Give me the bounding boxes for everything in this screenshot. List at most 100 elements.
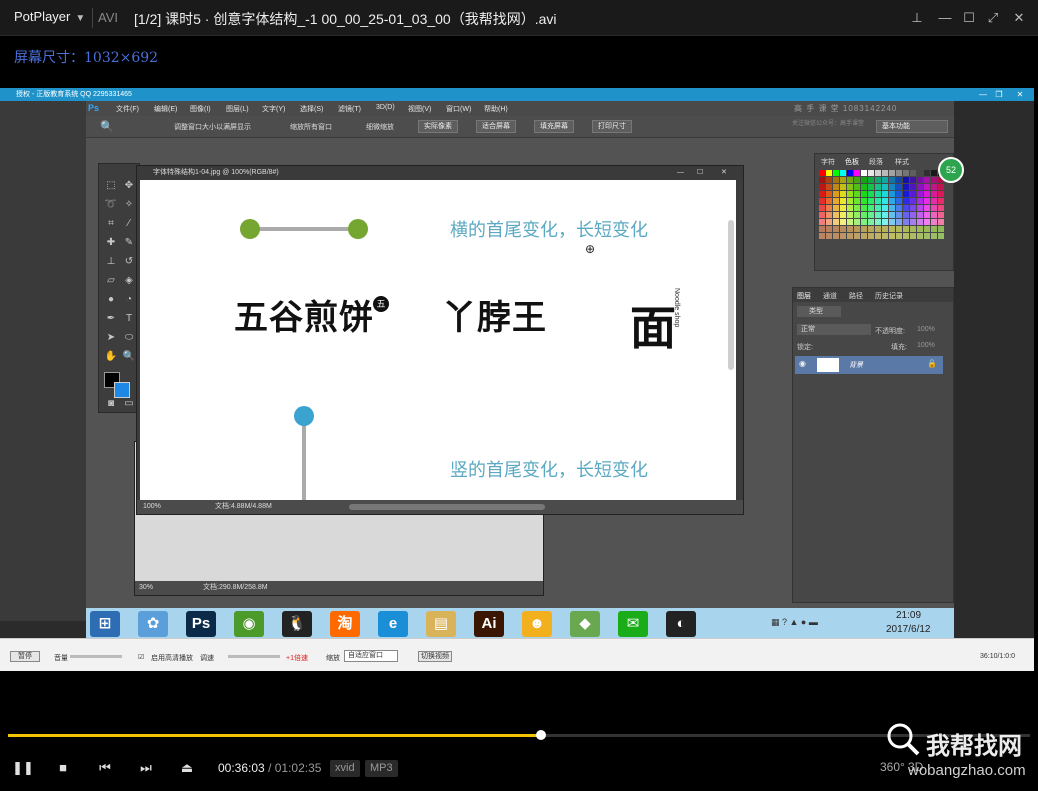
horizontal-caption: 横的首尾变化，长短变化 [450,220,648,240]
color-swatch [868,170,874,176]
doc-canvas: 横的首尾变化，长短变化 竖的首尾变化，长短变化 五谷煎饼 五 丫脖王 面 Noo… [140,180,736,500]
rd-restore-icon: ❐ [995,90,1003,99]
color-swatch [875,212,881,218]
fit-screen-button: 适合屏幕 [476,120,516,133]
color-swatch [910,184,916,190]
color-swatch [889,177,895,183]
color-swatch [854,226,860,232]
color-swatch [861,170,867,176]
color-swatch [903,233,909,239]
ie-icon: e [378,611,408,637]
rd-minimize-icon: — [979,90,987,99]
magic-wand-icon: ✧ [124,199,134,210]
recorder-speed-slider [228,655,280,658]
clock-time: 21:09 [896,610,922,621]
recorder-pause-button: 暂停 [10,651,40,662]
fullscreen-button[interactable]: ⤢ [982,8,1004,28]
color-swatch [833,212,839,218]
stop-button[interactable]: ■ [52,758,74,778]
color-swatch [903,198,909,204]
video-frame[interactable]: 授权 - 正版教育系统 QQ 2295331465 — ❐ ✕ Ps 文件(F)… [0,88,1034,671]
360-toggle[interactable]: 360° [880,760,905,774]
color-swatch [896,205,902,211]
color-swatch [910,177,916,183]
photoshop-window: Ps 文件(F) 编辑(E) 图像(I) 图层(L) 文字(Y) 选择(S) 滤… [86,101,964,621]
color-swatch [903,212,909,218]
color-swatch [847,184,853,190]
stamp-tool-icon: ⊥ [106,256,116,267]
pin-icon[interactable]: ⊥ [906,8,928,28]
color-swatch [903,191,909,197]
color-swatch [882,205,888,211]
color-swatch [840,212,846,218]
photoshop-icon: Ps [186,611,216,637]
minimize-button[interactable]: — [934,8,956,28]
color-swatch [938,233,944,239]
tab-paths: 路径 [849,293,863,300]
color-swatch [875,219,881,225]
search-icon [886,722,920,756]
color-swatch [889,205,895,211]
color-swatch [819,212,825,218]
app-green-icon: ◉ [234,611,264,637]
clock-date: 2017/6/12 [886,624,931,635]
doc2-info: 文档:290.8M/258.8M [203,584,268,591]
path-select-icon: ➤ [106,332,116,343]
color-swatch [854,212,860,218]
color-swatch [889,212,895,218]
text-tool-icon: T [125,313,133,324]
zoom-tool-box-icon: 🔍 [122,351,136,362]
seek-bar[interactable] [8,730,1030,740]
fill-screen-button: 填充屏幕 [534,120,574,133]
history-brush-icon: ↺ [124,256,134,267]
color-swatch [910,212,916,218]
remote-desktop-title: 授权 - 正版教育系统 QQ 2295331465 [16,91,132,98]
color-swatch [931,191,937,197]
chevron-down-icon: ▼ [75,13,86,24]
color-swatch [868,233,874,239]
windows-taskbar: ⊞ ✿ Ps ◉ 🐧 淘 e ▤ Ai ☻ ◆ ✉ ◐ ▦ ? ▲ ● ▬ 21:09 2017/6/1… [86,608,954,638]
color-swatch [861,184,867,190]
taobao-icon: 淘 [330,611,360,637]
opt-resize-windows: 调整窗口大小以满屏显示 [174,124,251,131]
fill-value: 100% [917,342,935,349]
color-swatch [917,212,923,218]
doc-titlebar: 字体特殊结构1-04.jpg @ 100%(RGB/8#) — ☐ ✕ [137,166,743,180]
color-swatch [868,191,874,197]
color-swatch [854,184,860,190]
pause-button[interactable]: ❚❚ [12,758,34,778]
folder-icon: ▤ [426,611,456,637]
player-menu-button[interactable]: PotPlayer ▼ [14,9,85,24]
eject-button[interactable]: ⏏ [176,758,198,778]
previous-button[interactable]: ⏮ [94,758,116,778]
opacity-value: 100% [917,326,935,333]
seek-handle[interactable] [536,730,547,740]
color-swatch [833,198,839,204]
next-button[interactable]: ⏭ [135,758,157,778]
maximize-button[interactable]: ☐ [958,8,980,28]
video-codec-badge[interactable]: xvid [330,760,360,777]
color-swatch [840,177,846,183]
color-swatch [924,219,930,225]
doc2-status: 30% 文档:290.8M/258.8M [135,581,543,595]
color-swatch [924,198,930,204]
zoom-tool-icon: 🔍 [100,121,114,133]
color-swatch [938,212,944,218]
color-swatch [875,184,881,190]
format-label: AVI [98,10,118,25]
color-swatch [924,177,930,183]
layers-tabs: 图层 通道 路径 历史记录 [793,288,953,302]
color-swatch [882,212,888,218]
close-button[interactable]: ✕ [1008,8,1030,28]
color-swatch [896,170,902,176]
color-swatch [882,198,888,204]
doc-restore-icon: ☐ [697,169,704,176]
color-swatch [826,184,832,190]
color-swatch [889,233,895,239]
time-display: 00:36:03 / 01:02:35 [218,761,321,775]
flower-icon: ✿ [138,611,168,637]
site-url: wobangzhao.com [908,762,1026,779]
swatches-panel: 字符 色板 段落 样式 [814,153,954,271]
audio-codec-badge[interactable]: MP3 [365,760,398,777]
doc-title: 字体特殊结构1-04.jpg @ 100%(RGB/8#) [153,169,279,176]
